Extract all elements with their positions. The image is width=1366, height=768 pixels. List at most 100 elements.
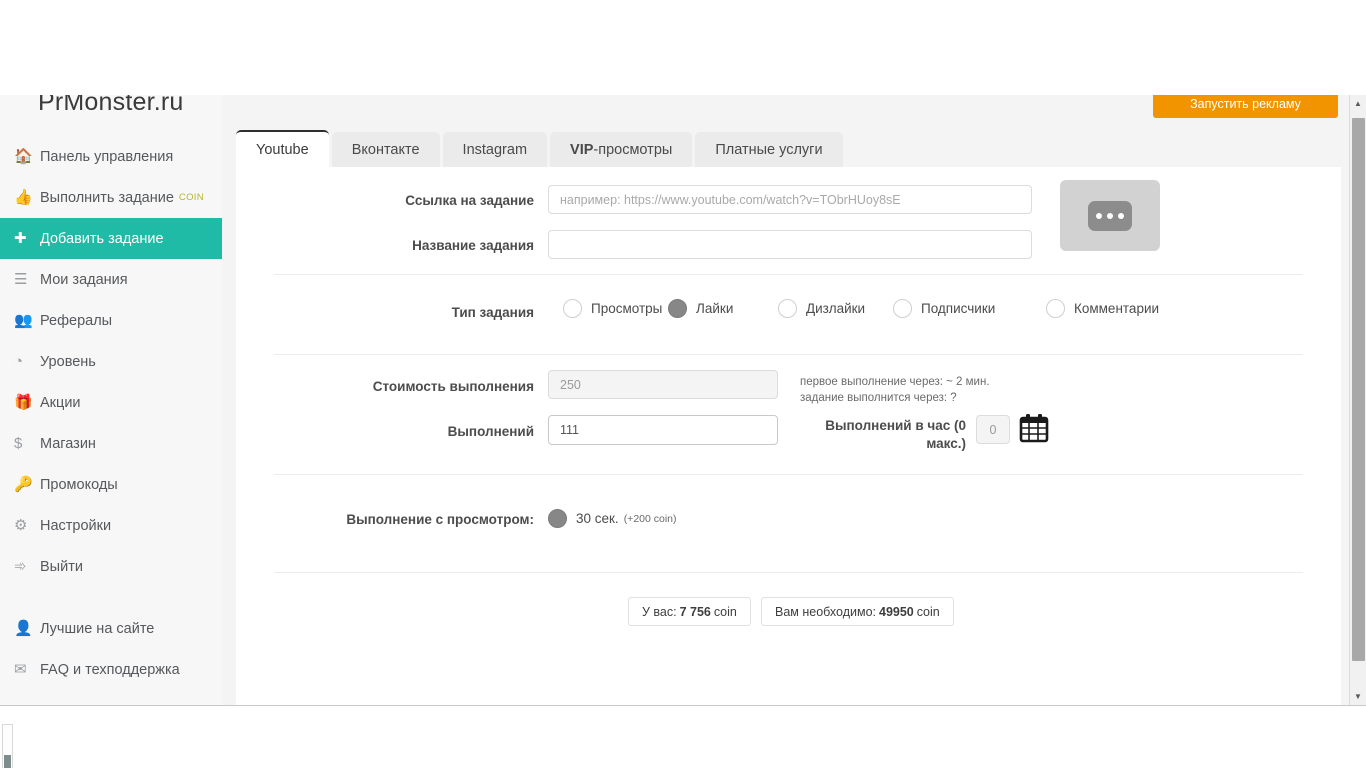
radio-label: Подписчики	[921, 301, 996, 316]
sidebar-item-label: Панель управления	[40, 148, 174, 165]
required-amount: 49950	[879, 604, 914, 619]
radio-label: Дизлайки	[806, 301, 866, 316]
hint-task-completion: задание выполнится через: ?	[800, 392, 957, 404]
secondary-scrollbar[interactable]	[2, 724, 13, 768]
radio-circle-icon	[548, 509, 567, 528]
tab-paid-services[interactable]: Платные услуги	[695, 132, 843, 167]
calendar-icon[interactable]	[1019, 413, 1049, 443]
sidebar-item-promotions[interactable]: 🎁 Акции	[0, 382, 222, 423]
browser-viewport: PrMonster.ru 🏠 Панель управления 👍 Выпол…	[0, 95, 1366, 705]
radio-subscribers[interactable]: Подписчики	[893, 299, 995, 318]
tab-youtube[interactable]: Youtube	[236, 130, 329, 167]
form-section-cost	[274, 355, 1303, 475]
gear-icon: ⚙	[14, 517, 28, 534]
balance-chip: У вас: 7 756 coin	[628, 597, 751, 626]
radio-note: (+200 coin)	[623, 512, 677, 525]
blank-area-top	[0, 0, 1366, 95]
user-icon: 👤	[14, 620, 33, 637]
tab-instagram[interactable]: Instagram	[442, 132, 548, 167]
dot	[1107, 212, 1113, 219]
thumbs-up-icon: 👍	[14, 189, 33, 206]
with-view-label: Выполнение с просмотром:	[346, 512, 534, 527]
sidebar-item-label: Акции	[40, 394, 81, 411]
balance-suffix: coin	[713, 604, 737, 619]
sidebar-item-settings[interactable]: ⚙ Настройки	[0, 505, 222, 546]
radio-circle-icon	[563, 299, 582, 318]
sidebar-item-label: Добавить задание	[40, 230, 164, 247]
main-content: Запустить рекламу Youtube Вконтакте Inst…	[222, 95, 1366, 705]
launch-ad-button[interactable]: Запустить рекламу	[1153, 95, 1338, 118]
sidebar-item-level[interactable]: ◔ Уровень	[0, 341, 222, 382]
tab-vip-views[interactable]: VIP -просмотры	[550, 132, 693, 167]
sidebar-item-faq-support[interactable]: ✉ FAQ и техподдержка	[0, 649, 222, 690]
gauge-icon: ◔	[14, 353, 24, 370]
dollar-icon: $	[14, 435, 23, 452]
radio-dislikes[interactable]: Дизлайки	[778, 299, 865, 318]
sidebar-item-my-tasks[interactable]: ☰ Мои задания	[0, 259, 222, 300]
radio-label: Комментарии	[1074, 301, 1160, 316]
page-scrollbar[interactable]: ▲ ▼	[1349, 95, 1366, 705]
radio-circle-icon	[1046, 299, 1065, 318]
envelope-icon: ✉	[14, 661, 27, 678]
sidebar-item-dashboard[interactable]: 🏠 Панель управления	[0, 136, 222, 177]
tab-vkontakte[interactable]: Вконтакте	[331, 132, 440, 167]
sidebar-item-label: Выйти	[40, 558, 83, 575]
sidebar-item-label: Промокоды	[40, 476, 118, 493]
per-hour-label: Выполнений в час (0 макс.)	[825, 418, 966, 451]
executions-label: Выполнений	[447, 424, 534, 439]
link-label: Ссылка на задание	[405, 193, 534, 208]
radio-30sec-view[interactable]: 30 сек. (+200 coin)	[548, 509, 677, 528]
sidebar-item-label: Выполнить задание	[40, 189, 174, 206]
sidebar-item-referrals[interactable]: 👥 Рефералы	[0, 300, 222, 341]
radio-comments[interactable]: Комментарии	[1046, 299, 1159, 318]
sidebar-item-label: Магазин	[40, 435, 96, 452]
sidebar-item-shop[interactable]: $ Магазин	[0, 423, 222, 464]
sidebar-item-label: FAQ и техподдержка	[40, 661, 180, 678]
executions-input[interactable]	[548, 415, 778, 445]
required-prefix: Вам необходимо:	[775, 604, 876, 619]
sidebar-item-complete-task[interactable]: 👍 Выполнить задание COIN	[0, 177, 222, 218]
cost-label: Стоимость выполнения	[372, 379, 534, 394]
required-suffix: coin	[916, 604, 940, 619]
sidebar-item-logout[interactable]: ➾ Выйти	[0, 546, 222, 587]
home-icon: 🏠	[14, 148, 33, 165]
link-input[interactable]	[548, 185, 1032, 214]
task-type-label: Тип задания	[451, 305, 534, 320]
key-icon: 🔑	[14, 476, 33, 493]
radio-likes[interactable]: Лайки	[668, 299, 733, 318]
sidebar-item-label: Лучшие на сайте	[40, 620, 155, 637]
task-form-card: Ссылка на задание Название задания Тип з…	[236, 167, 1341, 705]
dots-icon	[1088, 200, 1132, 231]
dot	[1118, 212, 1124, 219]
radio-label: Просмотры	[591, 301, 663, 316]
sidebar-item-label: Мои задания	[40, 271, 128, 288]
tab-vip-rest: -просмотры	[593, 141, 673, 158]
sidebar-item-promocodes[interactable]: 🔑 Промокоды	[0, 464, 222, 505]
screen: PrMonster.ru 🏠 Панель управления 👍 Выпол…	[0, 0, 1366, 768]
brand-logo[interactable]: PrMonster.ru	[38, 95, 184, 117]
radio-circle-icon	[778, 299, 797, 318]
title-input[interactable]	[548, 230, 1032, 259]
video-thumbnail-placeholder	[1060, 180, 1160, 251]
sidebar-item-label: Рефералы	[40, 312, 113, 329]
scrollbar-thumb[interactable]	[1352, 118, 1365, 661]
sidebar-item-label: Уровень	[40, 353, 96, 370]
plus-icon: ✚	[14, 230, 27, 247]
radio-views[interactable]: Просмотры	[563, 299, 662, 318]
coin-badge: COIN	[178, 192, 204, 203]
title-label: Название задания	[412, 238, 534, 253]
hint-first-execution: первое выполнение через: ~ 2 мин.	[800, 376, 990, 388]
sidebar-item-add-task[interactable]: ✚ Добавить задание	[0, 218, 222, 259]
balance-prefix: У вас:	[642, 604, 677, 619]
scroll-down-arrow-icon[interactable]: ▼	[1350, 688, 1366, 705]
users-icon: 👥	[14, 312, 33, 329]
logout-icon: ➾	[14, 558, 27, 575]
sidebar: PrMonster.ru 🏠 Панель управления 👍 Выпол…	[0, 95, 222, 705]
cost-input[interactable]	[548, 370, 778, 399]
sidebar-item-label: Настройки	[40, 517, 112, 534]
sidebar-item-top-users[interactable]: 👤 Лучшие на сайте	[0, 608, 222, 649]
secondary-scrollbar-thumb[interactable]	[4, 755, 11, 768]
per-hour-input[interactable]	[976, 415, 1010, 444]
radio-label: 30 сек.	[576, 511, 619, 526]
scroll-up-arrow-icon[interactable]: ▲	[1350, 95, 1366, 112]
